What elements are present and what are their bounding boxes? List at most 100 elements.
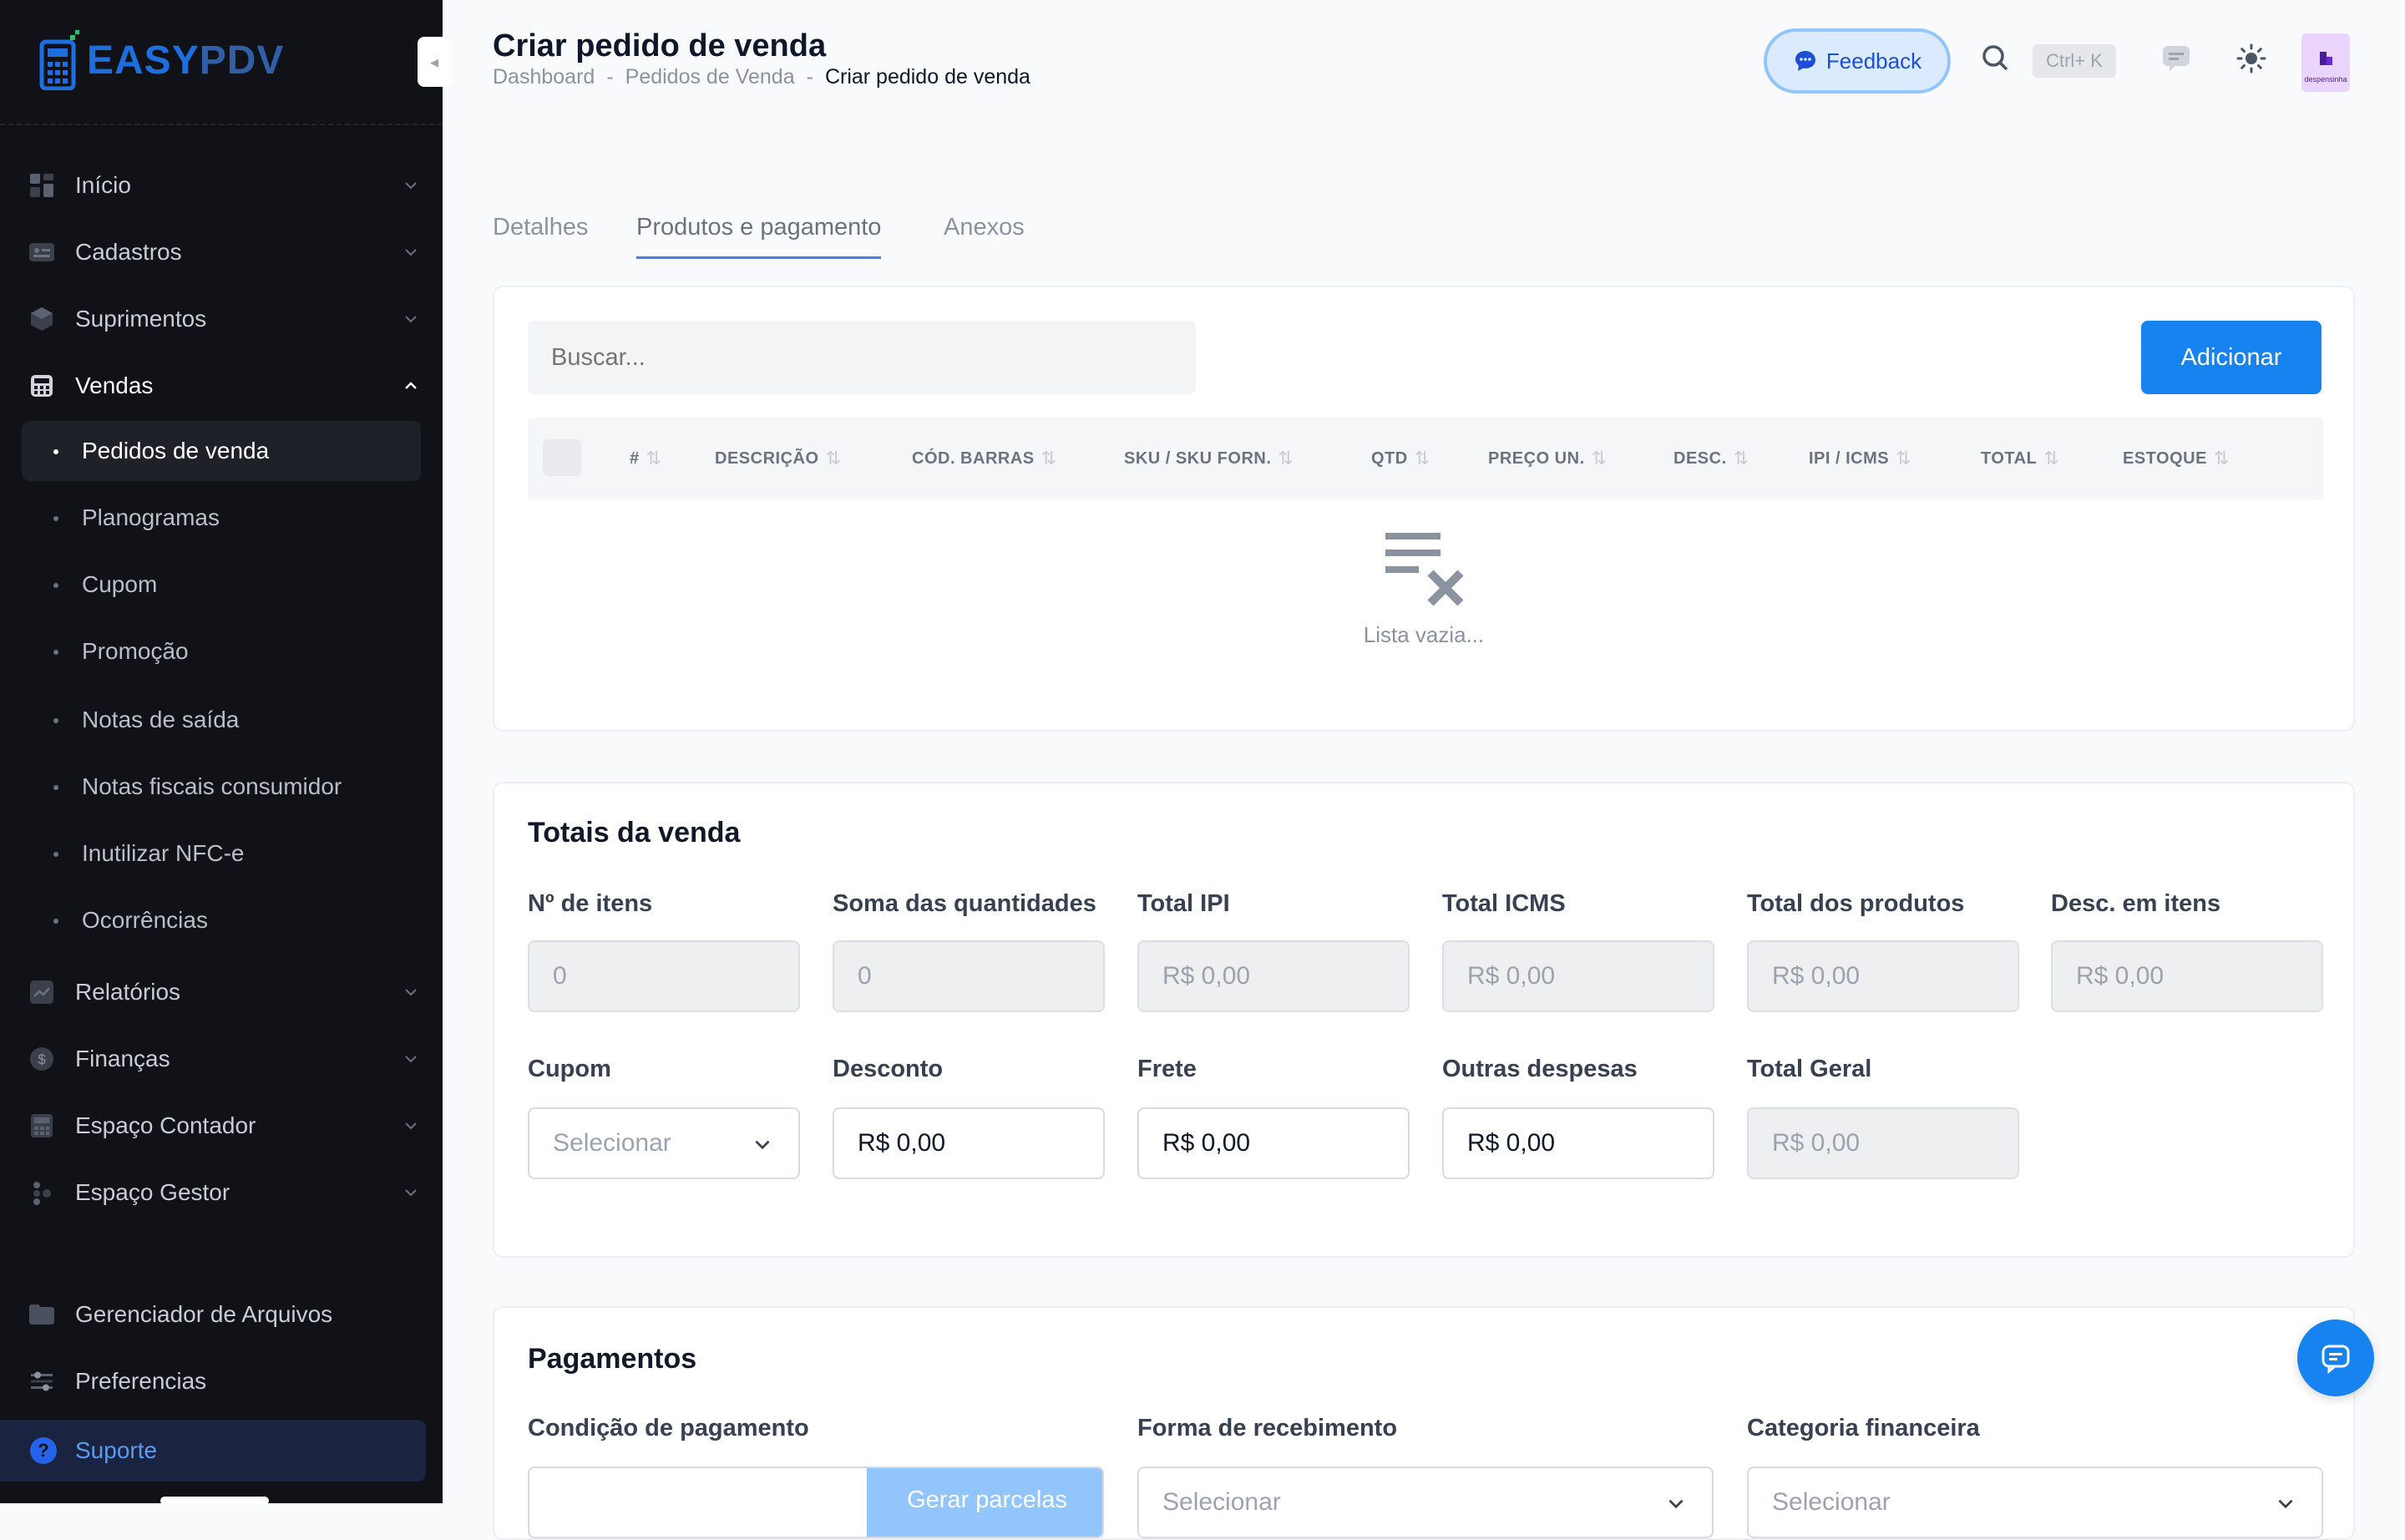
chart-icon (27, 977, 57, 1007)
sidebar-item-inicio[interactable]: Início (22, 155, 421, 215)
column-label: TOTAL (1981, 448, 2038, 468)
sidebar-item-label: Espaço Contador (75, 1112, 256, 1138)
sidebar-item-preferencias[interactable]: Preferencias (22, 1351, 421, 1411)
products-card: Adicionar #⇅ DESCRIÇÃO⇅ CÓD. BARRAS⇅ SKU… (493, 286, 2355, 732)
column-header-estoque[interactable]: ESTOQUE ⇅ (2123, 448, 2230, 469)
tab-produtos-e-pagamento[interactable]: Produtos e pagamento (636, 214, 882, 259)
condicao-pagamento-group: Gerar parcelas (528, 1467, 1104, 1538)
app-logo[interactable]: EASYPDV (38, 30, 284, 90)
sort-icon: ⇅ (825, 448, 842, 469)
total-produtos-field: R$ 0,00 (1747, 940, 2019, 1012)
sidebar-subitem-pedidos-de-venda[interactable]: Pedidos de venda (22, 421, 421, 481)
sidebar-item-label: Gerenciador de Arquivos (75, 1301, 333, 1327)
sidebar-item-financas[interactable]: $ Finanças (22, 1029, 421, 1089)
sidebar-item-label: Espaço Gestor (75, 1179, 230, 1205)
chevron-up-icon (405, 382, 417, 389)
chevron-down-icon (405, 1056, 417, 1063)
breadcrumb-separator: - (806, 65, 813, 89)
column-header-preco-un[interactable]: PREÇO UN. ⇅ (1488, 448, 1608, 469)
message-icon[interactable] (2159, 42, 2193, 75)
field-label-total-produtos: Total dos produtos (1747, 890, 1965, 917)
categoria-financeira-select[interactable]: Selecionar (1747, 1467, 2323, 1538)
sidebar-subitem-planogramas[interactable]: Planogramas (22, 488, 421, 548)
chat-fab-button[interactable] (2297, 1320, 2374, 1396)
chevron-down-icon (405, 182, 417, 190)
feedback-button[interactable]: Feedback (1764, 28, 1951, 94)
sidebar-item-suporte[interactable]: ? Suporte (0, 1420, 426, 1482)
sidebar-subitem-notas-fiscais-consumidor[interactable]: Notas fiscais consumidor (22, 757, 421, 817)
avatar[interactable]: despensinha (2301, 33, 2350, 92)
sidebar-item-vendas[interactable]: Vendas (22, 356, 421, 416)
sidebar-scrollbar[interactable] (160, 1497, 269, 1505)
cupom-select-value: Selecionar (553, 1129, 671, 1157)
column-label: QTD (1371, 448, 1408, 468)
logo-text: EASYPDV (87, 38, 284, 84)
breadcrumb-dashboard[interactable]: Dashboard (493, 65, 595, 89)
column-header-descricao[interactable]: DESCRIÇÃO ⇅ (715, 448, 841, 469)
column-header-total[interactable]: TOTAL ⇅ (1981, 448, 2059, 469)
tab-anexos[interactable]: Anexos (944, 214, 1025, 256)
sidebar-subitem-label: Pedidos de venda (82, 438, 270, 464)
folder-icon (27, 1299, 57, 1330)
select-all-checkbox[interactable] (543, 439, 581, 476)
sidebar-item-relatorios[interactable]: Relatórios (22, 962, 421, 1022)
sidebar-item-gerenciador-de-arquivos[interactable]: Gerenciador de Arquivos (22, 1284, 421, 1345)
field-label-outras-despesas: Outras despesas (1442, 1056, 1638, 1082)
search-icon[interactable] (1979, 42, 2013, 75)
chat-bubble-icon (1795, 51, 1815, 71)
outras-despesas-input[interactable]: R$ 0,00 (1442, 1107, 1714, 1179)
sort-icon: ⇅ (646, 448, 662, 469)
chevron-down-icon (755, 1140, 770, 1150)
totals-card: Totais da venda Nº de itens 0 Soma das q… (493, 782, 2355, 1258)
sidebar-item-espaco-contador[interactable]: Espaço Contador (22, 1096, 421, 1156)
sidebar-collapse-button[interactable]: ◂ (418, 37, 451, 87)
sidebar-subitem-ocorrencias[interactable]: Ocorrências (22, 890, 421, 950)
calculator-icon (27, 1111, 57, 1141)
add-product-button[interactable]: Adicionar (2141, 321, 2321, 394)
sidebar-subitem-label: Notas fiscais consumidor (82, 773, 342, 799)
column-header-qtd[interactable]: QTD ⇅ (1371, 448, 1430, 469)
forma-recebimento-value: Selecionar (1162, 1488, 1281, 1516)
chevron-down-icon (405, 249, 417, 256)
sidebar-subitem-label: Planogramas (82, 504, 220, 530)
payments-title: Pagamentos (528, 1343, 697, 1375)
chevron-down-icon (405, 989, 417, 996)
sidebar-item-label: Suporte (75, 1437, 158, 1463)
sidebar-subitem-cupom[interactable]: Cupom (22, 555, 421, 615)
desc-itens-field: R$ 0,00 (2051, 940, 2323, 1012)
empty-state: Lista vazia... (494, 529, 2353, 648)
sidebar-subitem-notas-de-saida[interactable]: Notas de saída (22, 690, 421, 750)
sidebar-subitem-promocao[interactable]: Promoção (22, 621, 421, 681)
field-label-desc-itens: Desc. em itens (2051, 890, 2221, 917)
condicao-pagamento-input[interactable] (529, 1468, 863, 1537)
column-header-index[interactable]: # ⇅ (630, 448, 662, 469)
tab-detalhes[interactable]: Detalhes (493, 214, 588, 256)
column-header-ipi-icms[interactable]: IPI / ICMS ⇅ (1809, 448, 1911, 469)
field-label-condicao-pagamento: Condição de pagamento (528, 1415, 809, 1441)
sidebar-item-cadastros[interactable]: Cadastros (22, 222, 421, 282)
column-header-cod-barras[interactable]: CÓD. BARRAS ⇅ (912, 448, 1057, 469)
total-ipi-field: R$ 0,00 (1137, 940, 1410, 1012)
sidebar-subitem-inutilizar-nfce[interactable]: Inutilizar NFC-e (22, 823, 421, 884)
breadcrumb-pedidos-de-venda[interactable]: Pedidos de Venda (625, 65, 795, 89)
theme-toggle-sun-icon[interactable] (2235, 42, 2268, 75)
frete-input[interactable]: R$ 0,00 (1137, 1107, 1410, 1179)
page-title: Criar pedido de venda (493, 28, 827, 63)
column-header-sku[interactable]: SKU / SKU FORN. ⇅ (1124, 448, 1294, 469)
product-search-input[interactable] (528, 321, 1196, 394)
breadcrumb-current: Criar pedido de venda (824, 65, 1030, 89)
field-label-cupom: Cupom (528, 1056, 611, 1082)
svg-text:$: $ (38, 1051, 46, 1067)
column-header-desc[interactable]: DESC. ⇅ (1673, 448, 1749, 469)
sidebar-item-espaco-gestor[interactable]: Espaço Gestor (22, 1163, 421, 1223)
gerar-parcelas-button[interactable]: Gerar parcelas (867, 1468, 1102, 1537)
avatar-text: despensinha (2304, 75, 2347, 84)
forma-recebimento-select[interactable]: Selecionar (1137, 1467, 1714, 1538)
cupom-select[interactable]: Selecionar (528, 1107, 800, 1179)
sidebar-item-label: Início (75, 172, 131, 198)
sidebar-item-label: Vendas (75, 372, 154, 398)
cash-register-icon (27, 371, 57, 401)
desconto-input[interactable]: R$ 0,00 (833, 1107, 1105, 1179)
sidebar-item-suprimentos[interactable]: Suprimentos (22, 289, 421, 349)
people-icon (27, 1178, 57, 1208)
